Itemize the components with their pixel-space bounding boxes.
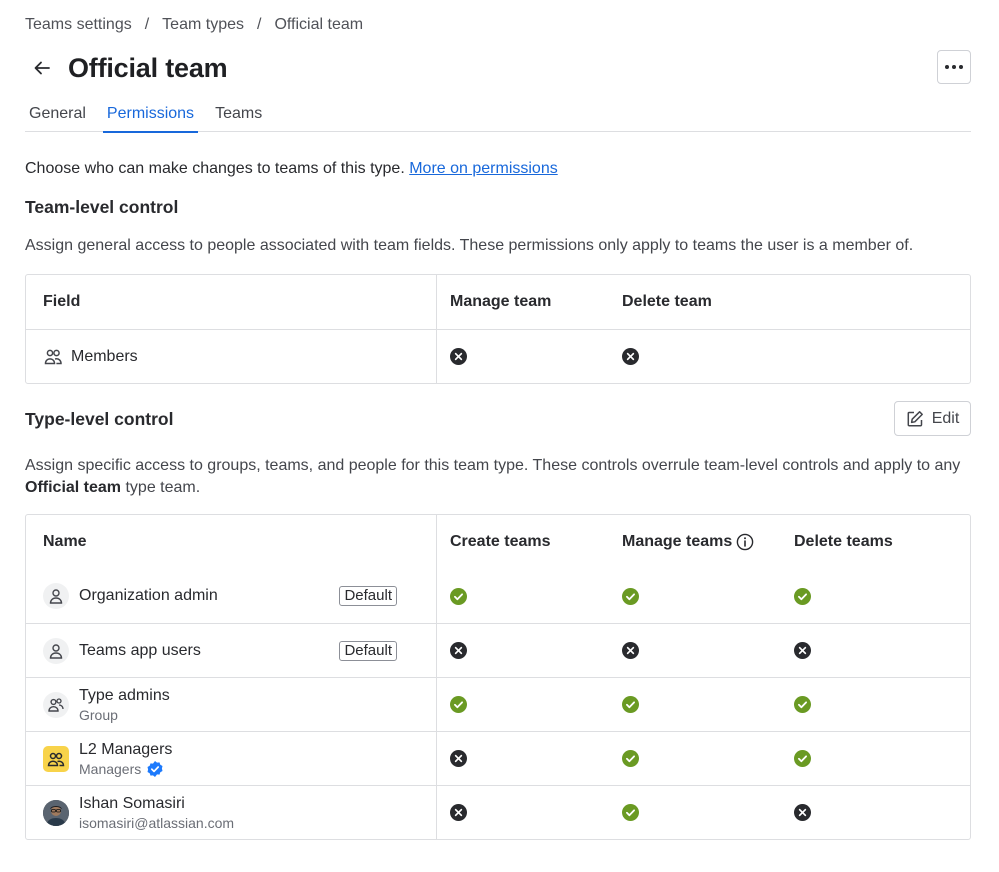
denied-icon — [794, 804, 811, 821]
avatar — [43, 799, 69, 826]
column-header-field: Field — [26, 275, 437, 329]
table-row: Organization admin Default — [26, 569, 970, 623]
row-name: Type admins — [79, 686, 170, 704]
denied-icon — [622, 348, 639, 365]
row-name: Ishan Somasiri — [79, 794, 185, 812]
avatar — [43, 691, 69, 718]
allowed-icon — [622, 696, 639, 713]
denied-icon — [450, 750, 467, 767]
name-cell: Type admins Group — [43, 686, 436, 724]
column-header-name: Name — [26, 515, 437, 569]
type-level-description: Assign specific access to groups, teams,… — [25, 457, 961, 496]
more-on-permissions-link[interactable]: More on permissions — [409, 160, 558, 177]
allowed-icon — [450, 696, 467, 713]
name-cell: L2 Managers Managers — [43, 740, 436, 778]
table-header-row: Field Manage team Delete team — [26, 275, 970, 329]
edit-button[interactable]: Edit — [894, 401, 971, 436]
person-icon — [49, 643, 63, 659]
intro-sentence: Choose who can make changes to teams of … — [25, 160, 410, 177]
table-row: L2 Managers Managers — [26, 731, 970, 785]
denied-icon — [450, 348, 467, 365]
more-icon — [945, 65, 949, 69]
tab-general[interactable]: General — [25, 103, 90, 132]
denied-icon — [622, 642, 639, 659]
column-header-delete-teams: Delete teams — [794, 533, 893, 550]
breadcrumb-official-team[interactable]: Official team — [274, 16, 363, 34]
row-subtitle: Managers — [79, 760, 172, 778]
row-name: Teams app users — [79, 641, 201, 659]
table-row: Teams app users Default — [26, 623, 970, 677]
column-header-manage-teams: Manage teams — [609, 515, 781, 569]
breadcrumb-teams-settings[interactable]: Teams settings — [25, 16, 132, 34]
verified-icon — [147, 760, 163, 777]
breadcrumb-team-types[interactable]: Team types — [162, 16, 244, 34]
team-level-description: Assign general access to people associat… — [25, 237, 914, 254]
allowed-icon — [794, 587, 811, 605]
breadcrumb-separator: / — [144, 16, 150, 33]
denied-icon — [794, 642, 811, 659]
tab-permissions[interactable]: Permissions — [102, 103, 199, 133]
type-level-title: Type-level control — [25, 409, 174, 429]
page-title: Official team — [68, 52, 228, 83]
info-icon[interactable] — [736, 533, 754, 551]
arrow-left-icon — [34, 61, 50, 75]
avatar — [43, 745, 69, 772]
tab-list: General Permissions Teams — [25, 103, 971, 133]
page-header: Official team — [25, 50, 971, 86]
people-icon — [44, 349, 62, 364]
person-icon — [49, 589, 63, 604]
edit-label: Edit — [931, 409, 960, 427]
name-cell: Teams app users Default — [43, 637, 436, 664]
allowed-icon — [450, 587, 467, 605]
row-subtitle: Group — [79, 706, 118, 723]
table-header-row: Name Create teams Manage teams Delete te… — [26, 515, 970, 569]
column-header-manage-team: Manage team — [450, 293, 552, 310]
field-members: Members — [43, 347, 436, 367]
back-button[interactable] — [25, 51, 59, 85]
denied-icon — [450, 804, 467, 821]
avatar — [43, 583, 69, 609]
row-subtitle: isomasiri@atlassian.com — [79, 814, 235, 831]
table-row: Members — [26, 329, 970, 383]
breadcrumb-separator: / — [256, 16, 262, 33]
allowed-icon — [622, 587, 639, 605]
allowed-icon — [622, 804, 639, 821]
allowed-icon — [794, 696, 811, 713]
row-name: Organization admin — [79, 587, 218, 604]
default-badge: Default — [339, 640, 397, 661]
table-row: Ishan Somasiri isomasiri@atlassian.com — [26, 785, 970, 839]
allowed-icon — [794, 750, 811, 767]
team-level-title: Team-level control — [25, 197, 179, 217]
row-name: L2 Managers — [79, 740, 173, 758]
field-name: Members — [71, 347, 138, 365]
edit-icon — [907, 410, 923, 426]
more-actions-button[interactable] — [937, 50, 971, 84]
type-level-table: Name Create teams Manage teams Delete te… — [25, 514, 971, 840]
intro-text: Choose who can make changes to teams of … — [25, 158, 558, 180]
table-row: Type admins Group — [26, 677, 970, 731]
name-cell: Organization admin Default — [43, 583, 436, 609]
breadcrumb: Teams settings / Team types / Official t… — [25, 14, 363, 36]
avatar — [43, 637, 69, 664]
name-cell: Ishan Somasiri isomasiri@atlassian.com — [43, 794, 436, 832]
column-header-delete-team: Delete team — [622, 293, 712, 310]
type-level-rows: Organization admin Default Teams app users… — [26, 569, 970, 839]
tab-teams[interactable]: Teams — [211, 103, 266, 132]
default-badge: Default — [339, 586, 397, 606]
denied-icon — [450, 642, 467, 659]
allowed-icon — [622, 750, 639, 767]
user-photo — [43, 799, 69, 826]
group-icon — [48, 697, 64, 712]
team-level-table: Field Manage team Delete team Members — [25, 274, 971, 384]
column-header-create-teams: Create teams — [450, 533, 551, 550]
team-icon — [47, 752, 65, 766]
